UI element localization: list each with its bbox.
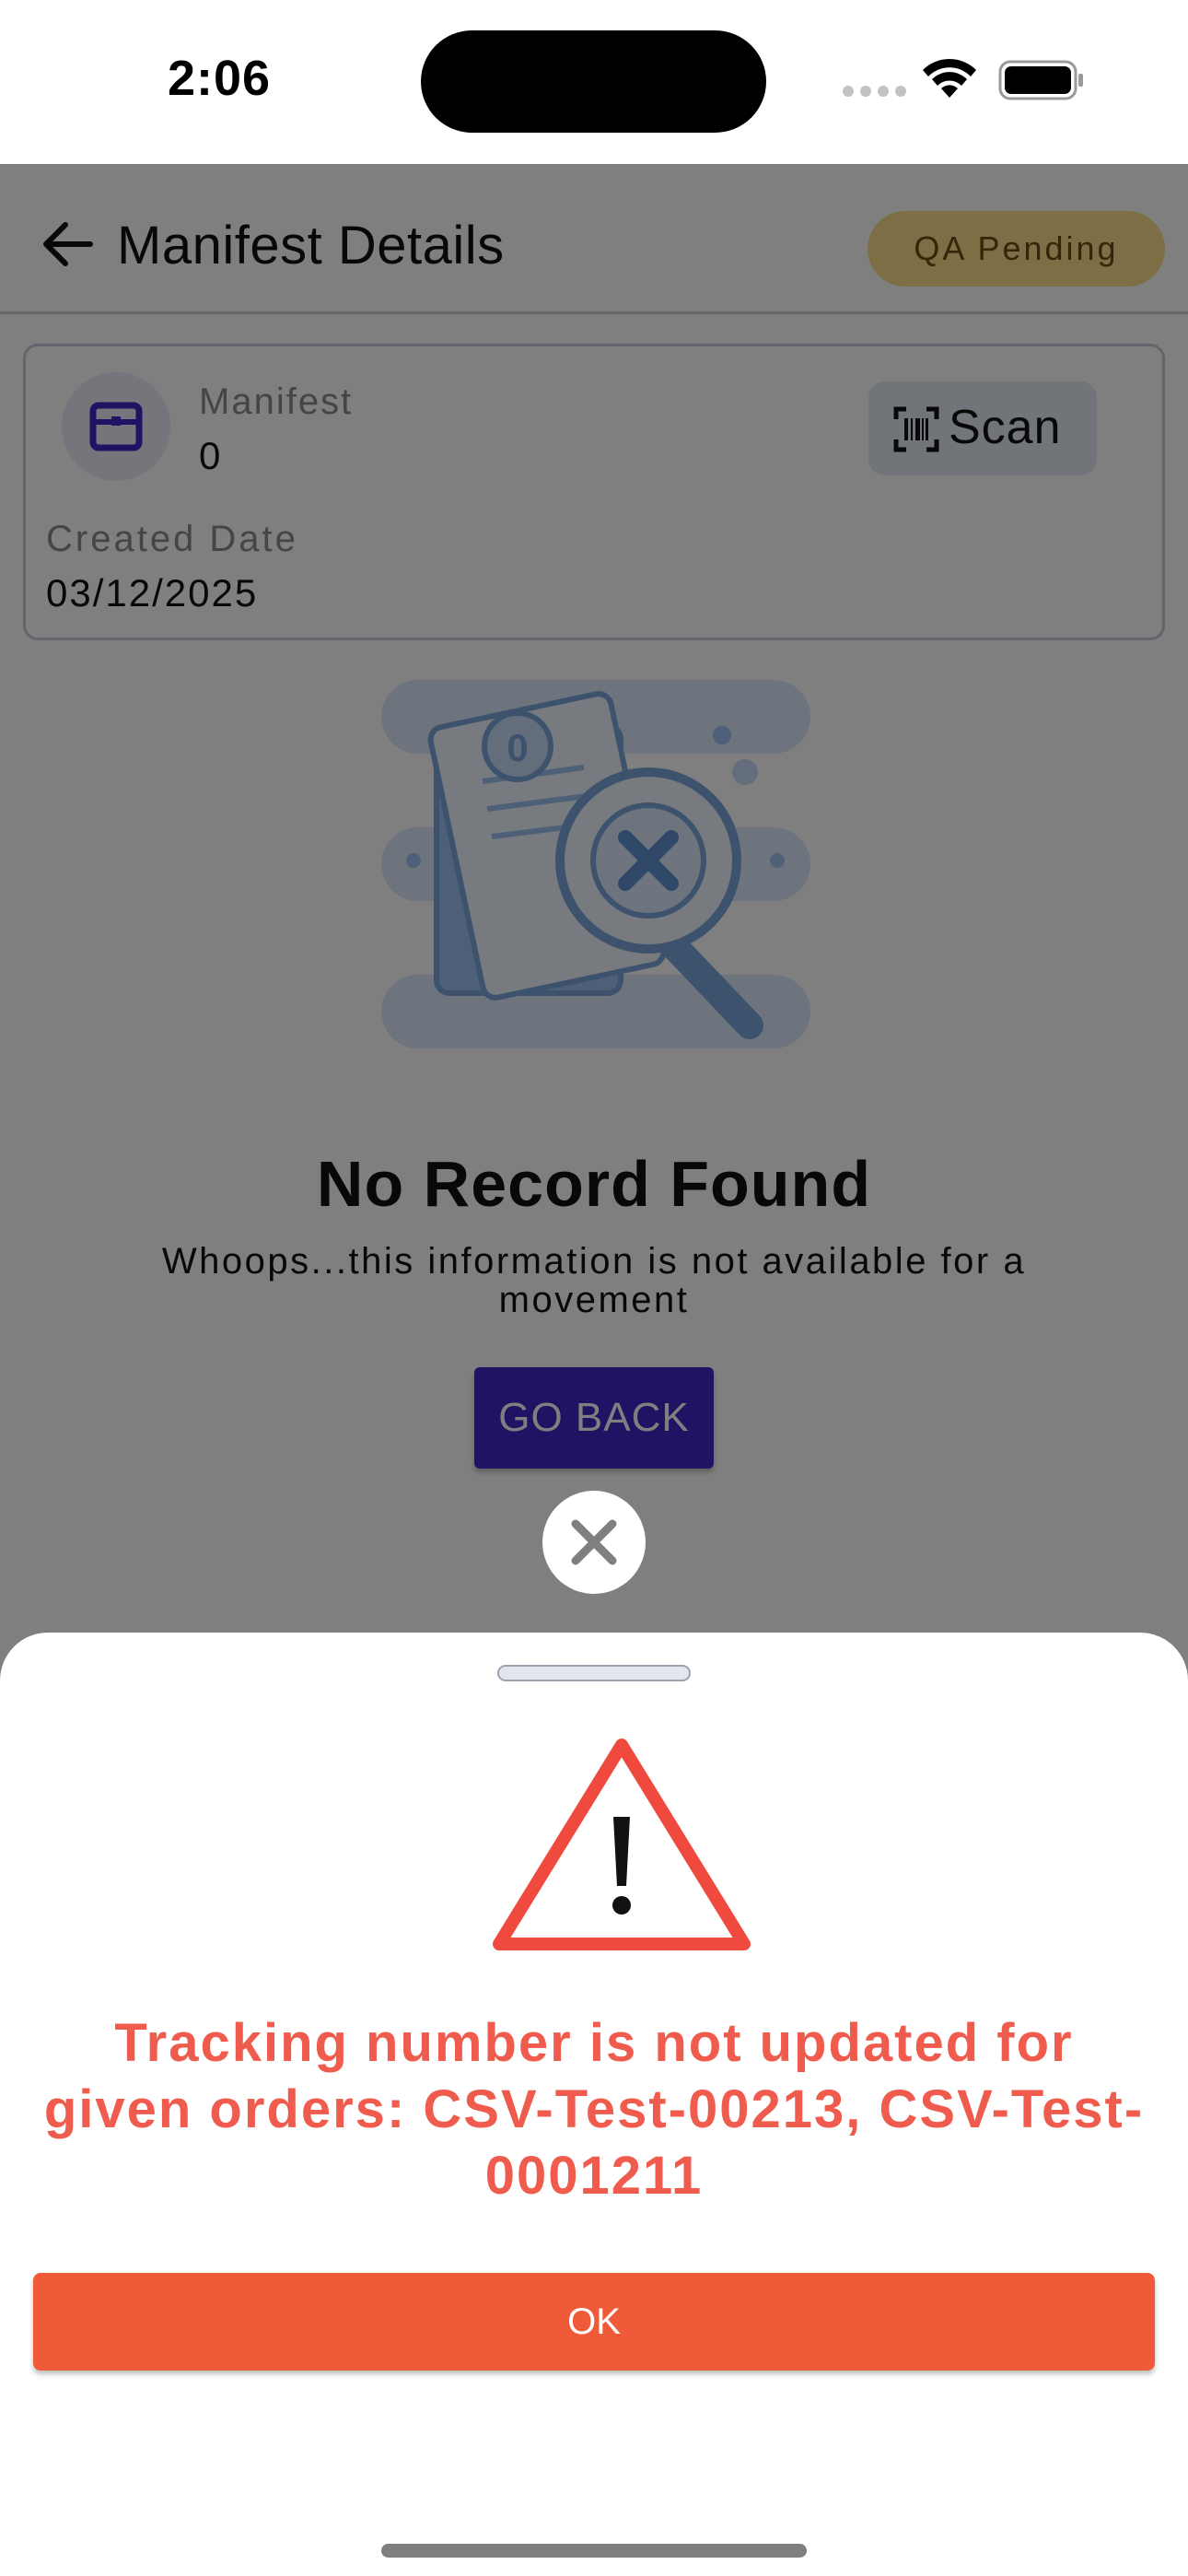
cellular-signal-icon [843,86,907,97]
close-sheet-button[interactable] [542,1491,646,1594]
home-indicator [381,2544,807,2558]
status-bar: 2:06 [0,0,1188,164]
wifi-icon [923,58,976,98]
status-time: 2:06 [168,51,272,106]
drag-handle[interactable] [497,1665,691,1681]
warning-icon [493,1739,751,1950]
battery-icon [998,60,1083,100]
alert-bottom-sheet: Tracking number is not updated for given… [0,1633,1188,2576]
ok-button[interactable]: OK [33,2273,1155,2371]
close-icon [571,1519,617,1565]
error-message: Tracking number is not updated for given… [43,2013,1145,2206]
dynamic-island [421,30,766,133]
